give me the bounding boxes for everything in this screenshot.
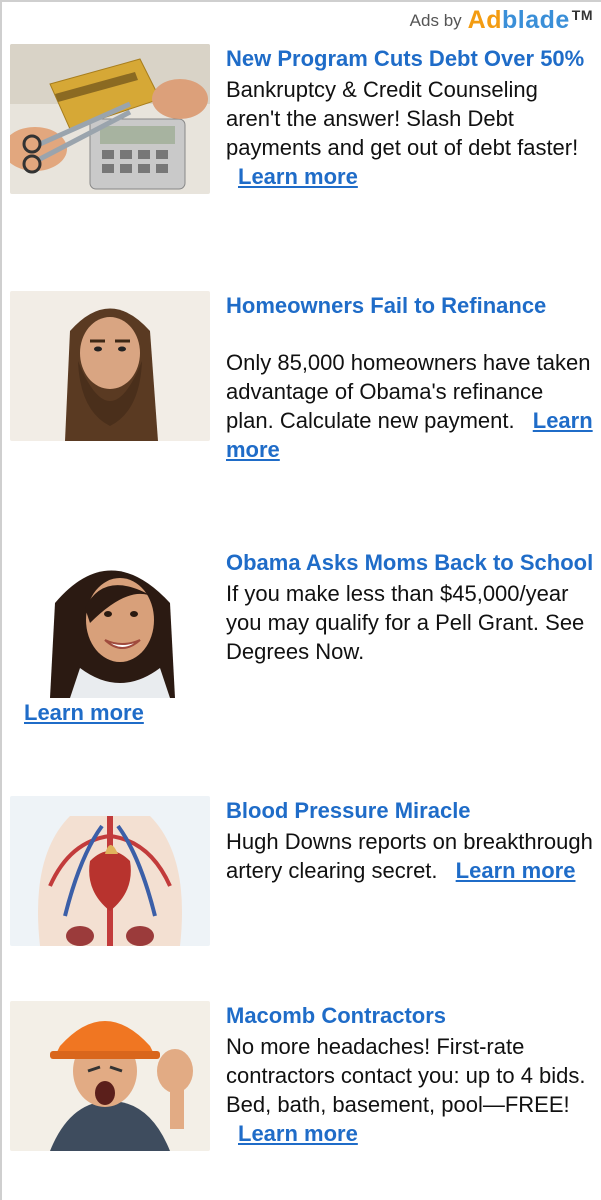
ad-item: Homeowners Fail to Refinance Only 85,000…: [10, 291, 595, 464]
learn-more-link[interactable]: Learn more: [238, 1121, 358, 1146]
ad-description: If you make less than $45,000/year you m…: [226, 581, 585, 664]
ads-by-header[interactable]: Ads by Ad blade TM: [410, 6, 593, 35]
ad-description: No more headaches! First-rate contractor…: [226, 1034, 586, 1117]
ad-item: Obama Asks Moms Back to School If you ma…: [10, 548, 595, 727]
adblade-logo-part1: Ad: [467, 6, 502, 34]
bearded-man-portrait-icon[interactable]: [10, 291, 210, 441]
ad-item: Blood Pressure Miracle Hugh Downs report…: [10, 796, 595, 946]
adblade-logo-part2: blade: [501, 6, 570, 34]
ad-description: Bankruptcy & Credit Counseling aren't th…: [226, 77, 579, 160]
learn-more-link[interactable]: Learn more: [24, 698, 595, 727]
contractor-hardhat-icon[interactable]: [10, 1001, 210, 1151]
adblade-logo[interactable]: Ad blade TM: [468, 6, 593, 35]
ads-by-label: Ads by: [409, 10, 462, 30]
trademark: TM: [571, 6, 593, 23]
smiling-woman-portrait-icon[interactable]: [10, 548, 210, 698]
heart-arteries-icon[interactable]: [10, 796, 210, 946]
learn-more-link[interactable]: Learn more: [238, 164, 358, 189]
ad-item: New Program Cuts Debt Over 50% Bankruptc…: [10, 44, 595, 194]
ad-item: Macomb Contractors No more headaches! Fi…: [10, 1001, 595, 1151]
learn-more-link[interactable]: Learn more: [456, 858, 576, 883]
credit-card-scissors-icon[interactable]: [10, 44, 210, 194]
